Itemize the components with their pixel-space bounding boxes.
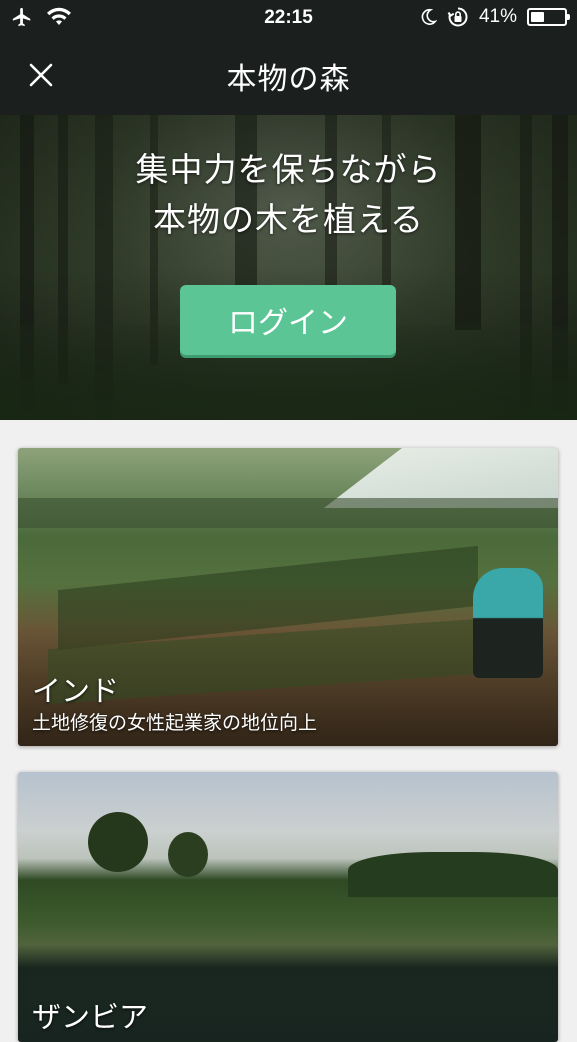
battery-percent: 41%	[478, 6, 517, 27]
status-bar: 22:15 41%	[0, 0, 577, 36]
moon-icon	[421, 8, 437, 25]
nav-bar: 本物の森	[0, 36, 577, 115]
status-right: 41%	[419, 6, 570, 28]
rotation-lock-icon	[447, 7, 468, 27]
project-card-zambia[interactable]: ザンビア	[18, 772, 558, 1042]
battery-fill	[531, 12, 544, 22]
hero-headline-line1: 集中力を保ちながら	[135, 150, 442, 189]
login-button[interactable]: ログイン	[180, 285, 396, 355]
card-subtitle: 土地修復の女性起業家の地位向上	[32, 712, 318, 734]
hero-headline-line2: 本物の木を植える	[152, 200, 424, 239]
hero-headline: 集中力を保ちながら 本物の木を植える	[0, 145, 577, 245]
card-title: インド	[32, 674, 120, 708]
project-card-india[interactable]: インド 土地修復の女性起業家の地位向上	[18, 448, 558, 746]
hero-banner: 集中力を保ちながら 本物の木を植える ログイン	[0, 115, 577, 420]
battery-icon	[527, 8, 570, 26]
card-title: ザンビア	[32, 1000, 149, 1034]
page-title: 本物の森	[226, 62, 351, 97]
